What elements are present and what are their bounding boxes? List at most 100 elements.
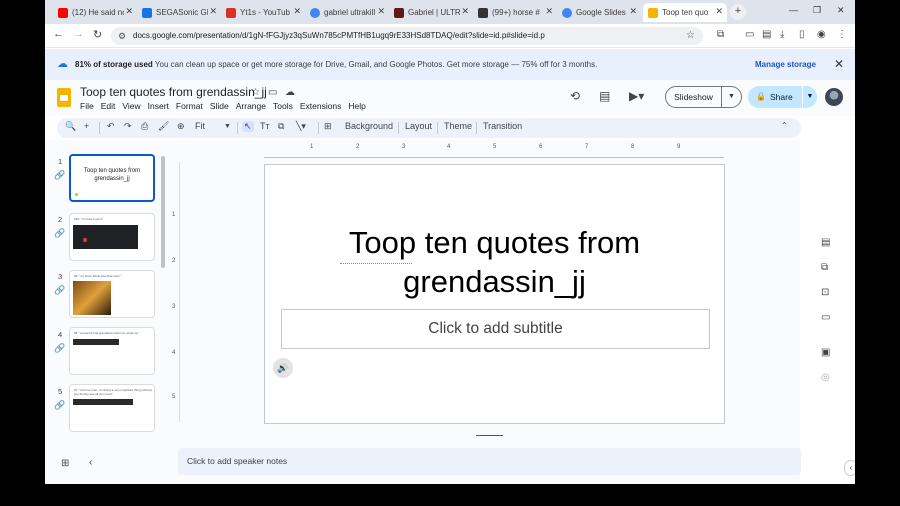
zoom-dropdown-icon[interactable]: ▼	[224, 123, 231, 130]
browser-tab-7[interactable]: Google Slides ✕	[557, 3, 641, 22]
menu-slide[interactable]: Slide	[210, 101, 229, 111]
chrome-menu-icon[interactable]: ⋮	[837, 29, 847, 40]
settings-icon[interactable]: ◎	[821, 372, 830, 383]
browser-tab-2[interactable]: SEGASonic GR ✕	[137, 3, 221, 22]
close-tab-icon[interactable]: ✕	[209, 6, 217, 17]
drive-folder-icon[interactable]: ▭	[821, 312, 830, 323]
cloud-status-icon[interactable]: ☁	[285, 87, 295, 98]
collapse-toolbar-icon[interactable]: ⌃	[781, 121, 788, 130]
slides-logo-icon[interactable]	[57, 88, 71, 107]
slideshow-dropdown-icon[interactable]: ▼	[722, 86, 742, 108]
forward-icon[interactable]: →	[73, 28, 84, 40]
menu-help[interactable]: Help	[348, 101, 365, 111]
menu-format[interactable]: Format	[176, 101, 203, 111]
close-banner-icon[interactable]: ✕	[834, 49, 844, 80]
lock-icon: 🔒	[756, 92, 766, 101]
browser-tab-1[interactable]: (12) He said nc ✕	[53, 3, 137, 22]
url-field[interactable]: ⚙ docs.google.com/presentation/d/1gN-fFG…	[111, 27, 703, 45]
bookmarks-icon[interactable]: ▤	[762, 29, 771, 40]
slide-thumbnail-1[interactable]: Toop ten quotes from grendassin_jj	[69, 154, 155, 202]
menu-edit[interactable]: Edit	[101, 101, 116, 111]
slide-thumbnail-5[interactable]: #7: "Just me man, i'm doing a very impor…	[69, 384, 155, 432]
new-slide-icon[interactable]: +	[84, 121, 89, 131]
undo-icon[interactable]: ↶	[107, 121, 115, 132]
sidebar-icon[interactable]: ▯	[799, 29, 805, 40]
slide-thumbnail-3[interactable]: #9: "my Doon Mode Deezbar plerc"	[69, 270, 155, 318]
menu-tools[interactable]: Tools	[273, 101, 293, 111]
background-button[interactable]: Background	[345, 121, 393, 131]
comment-icon[interactable]: ⊞	[324, 121, 332, 132]
close-tab-icon[interactable]: ✕	[715, 6, 723, 17]
star-icon[interactable]: ☆	[251, 87, 260, 98]
close-tab-icon[interactable]: ✕	[125, 6, 133, 17]
paint-format-icon[interactable]: 🖌	[158, 121, 169, 132]
subtitle-placeholder[interactable]: Click to add subtitle	[281, 309, 710, 349]
line-tool-icon[interactable]: ╲▾	[296, 121, 306, 132]
minimize-icon[interactable]: —	[789, 5, 798, 15]
document-title[interactable]: Toop ten quotes from grendassin_jj	[80, 85, 267, 99]
zoom-select[interactable]: Fit	[195, 121, 205, 131]
comments-icon[interactable]: ▤	[599, 89, 610, 103]
close-tab-icon[interactable]: ✕	[293, 6, 301, 17]
close-window-icon[interactable]: ✕	[837, 5, 845, 16]
maximize-icon[interactable]: ❐	[813, 5, 821, 16]
text-box-icon[interactable]: Tт	[260, 121, 270, 131]
new-tab-button[interactable]: +	[730, 4, 746, 20]
browser-tab-3[interactable]: Yt1s - YouTub ✕	[221, 3, 305, 22]
browser-tab-4[interactable]: gabriel ultrakill ✕	[305, 3, 389, 22]
zoom-icon[interactable]: ⊕	[177, 121, 185, 132]
link-icon: 🔗	[54, 228, 66, 238]
share-dropdown-icon[interactable]: ▼	[803, 86, 817, 108]
close-tab-icon[interactable]: ✕	[629, 6, 637, 17]
share-button[interactable]: 🔒 Share	[748, 86, 802, 108]
speaker-notes-field[interactable]: Click to add speaker notes	[178, 448, 801, 475]
slide-thumbnail-4[interactable]: #8: "someone find grendassin when he sho…	[69, 327, 155, 375]
notes-resize-handle[interactable]	[476, 435, 503, 436]
tasks-icon[interactable]: ⧉	[821, 262, 828, 273]
menu-file[interactable]: File	[80, 101, 94, 111]
menu-extensions[interactable]: Extensions	[300, 101, 342, 111]
extensions-icon[interactable]: ⧉	[717, 29, 724, 40]
select-tool-icon[interactable]: ↖	[242, 121, 254, 132]
back-icon[interactable]: ←	[53, 28, 64, 40]
cast-icon[interactable]: ▭	[745, 29, 754, 40]
manage-storage-link[interactable]: Manage storage	[755, 49, 816, 80]
reload-icon[interactable]: ↻	[93, 28, 102, 41]
profile-icon[interactable]: ◉	[817, 29, 826, 40]
expand-side-panel-icon[interactable]: ‹	[844, 460, 855, 476]
grid-view-icon[interactable]: ⊞	[61, 458, 69, 469]
search-menus-icon[interactable]: 🔍	[65, 121, 76, 132]
browser-tab-5[interactable]: Gabriel | ULTRA✕	[389, 3, 473, 22]
speaker-icon[interactable]: 🔊	[273, 358, 293, 378]
close-tab-icon[interactable]: ✕	[377, 6, 385, 17]
bookmark-star-icon[interactable]: ☆	[686, 27, 695, 45]
slide-title[interactable]: Toop ten quotes from grendassin_jj	[265, 223, 724, 301]
avatar[interactable]	[825, 88, 843, 106]
image-icon[interactable]: ⧉	[278, 121, 284, 132]
download-icon[interactable]: ⤓	[780, 29, 784, 40]
keep-icon[interactable]: ▤	[821, 237, 830, 248]
close-tab-icon[interactable]: ✕	[545, 6, 553, 17]
slideshow-button[interactable]: Slideshow	[665, 86, 722, 108]
menu-view[interactable]: View	[122, 101, 140, 111]
site-info-icon[interactable]: ⚙	[118, 27, 126, 45]
menu-insert[interactable]: Insert	[148, 101, 169, 111]
print-icon[interactable]: ⎙	[141, 121, 148, 132]
version-history-icon[interactable]: ⟲	[570, 89, 580, 103]
browser-tab-6[interactable]: (99+) horse # ✕	[473, 3, 557, 22]
menu-arrange[interactable]: Arrange	[236, 101, 266, 111]
slide-1[interactable]: Toop ten quotes from grendassin_jj Click…	[264, 164, 725, 424]
slide-thumbnail-2[interactable]: #10: "i'm bout to do it"	[69, 213, 155, 261]
meet-icon[interactable]: ▶▾	[629, 89, 644, 103]
move-folder-icon[interactable]: ▭	[268, 87, 277, 98]
layout-button[interactable]: Layout	[405, 121, 432, 131]
filmstrip-scrollbar[interactable]	[161, 156, 165, 268]
theme-button[interactable]: Theme	[444, 121, 472, 131]
collapse-panel-icon[interactable]: ‹	[89, 457, 92, 468]
contacts-icon[interactable]: ⊡	[821, 287, 829, 298]
close-tab-icon[interactable]: ✕	[461, 6, 469, 17]
present-icon[interactable]: ▣	[821, 347, 830, 358]
browser-tab-active[interactable]: Toop ten quo ✕	[643, 3, 727, 22]
transition-button[interactable]: Transition	[483, 121, 522, 131]
redo-icon[interactable]: ↷	[124, 121, 132, 132]
